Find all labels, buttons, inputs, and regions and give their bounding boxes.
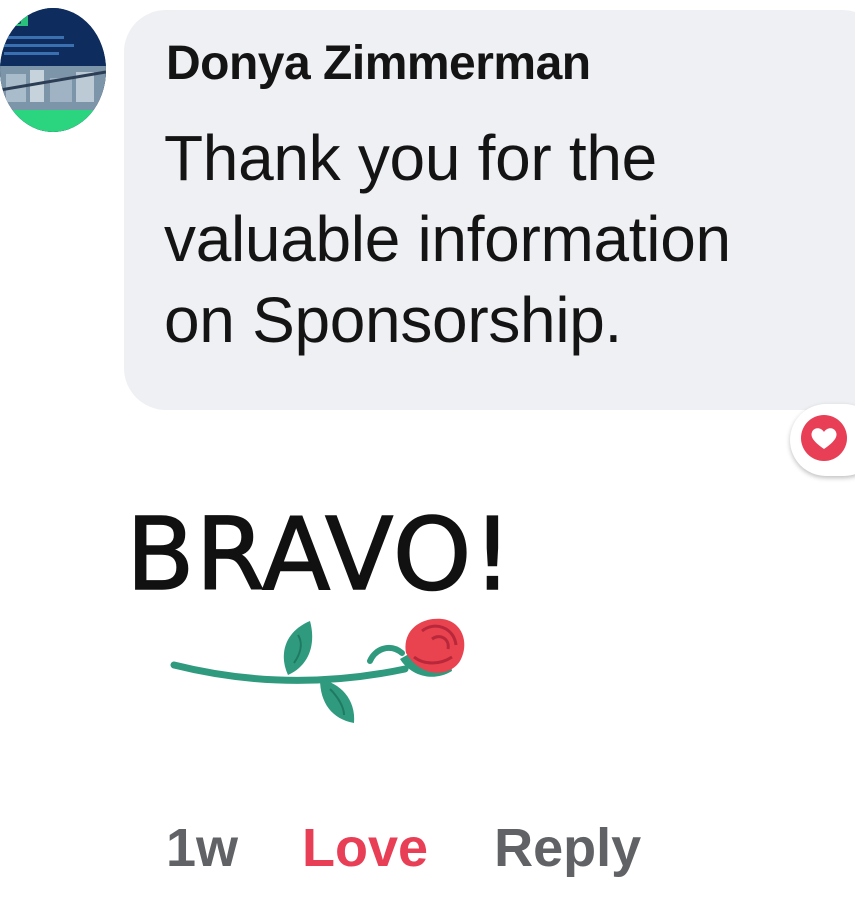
sticker-text: BRAVO! [125,495,514,614]
love-reaction-button[interactable]: Love [302,817,428,879]
rose-icon [170,618,465,723]
comment-timestamp[interactable]: 1w [166,817,238,879]
reply-button[interactable]: Reply [494,817,641,879]
love-heart-icon [801,415,847,461]
reaction-badge[interactable] [790,404,855,476]
bravo-sticker: BRAVO! [120,495,540,745]
avatar-badge-text: TORS [2,19,22,26]
profile-photo: TORS [0,8,106,132]
comment-text: Thank you for the valuable information o… [164,122,731,356]
comment-author[interactable]: Donya Zimmerman [166,36,591,91]
comment-actions: 1w Love Reply [166,808,641,888]
avatar[interactable]: TORS [0,8,106,132]
